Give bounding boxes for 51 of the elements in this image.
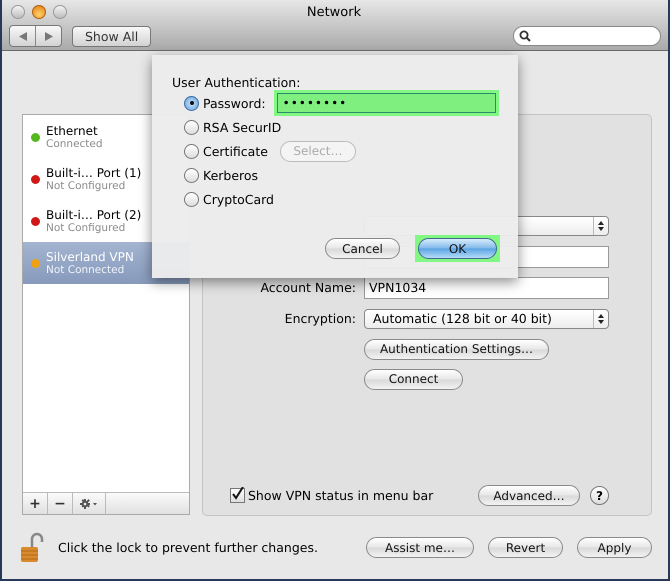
minimize-button[interactable]	[32, 5, 46, 19]
assist-button[interactable]: Assist me…	[366, 537, 474, 558]
search-icon	[519, 30, 531, 42]
lock-icon[interactable]	[20, 532, 44, 564]
service-status: Not Configured	[46, 222, 126, 234]
radio-button[interactable]	[184, 96, 199, 110]
lock-message: Click the lock to prevent further changes.	[58, 540, 318, 556]
radio-button[interactable]	[184, 120, 199, 134]
option-label: CryptoCard	[203, 192, 274, 206]
option-label: RSA SecurID	[203, 120, 282, 134]
add-button[interactable]: +	[23, 493, 48, 514]
updown-arrows-icon	[598, 220, 604, 231]
apply-button[interactable]: Apply	[577, 537, 652, 558]
option-label: Password:	[203, 96, 266, 110]
show-all-button[interactable]: Show All	[72, 26, 152, 46]
option-label: Kerberos	[203, 168, 258, 182]
help-button[interactable]: ?	[590, 486, 609, 506]
radio-button[interactable]	[184, 168, 199, 182]
service-status: Not Connected	[46, 264, 126, 276]
service-name: Built-i… Port (2)	[46, 208, 142, 222]
service-name: Ethernet	[46, 124, 99, 138]
zoom-button[interactable]	[53, 5, 67, 19]
remove-button[interactable]: −	[48, 493, 73, 514]
gear-icon	[80, 498, 98, 509]
updown-arrows-icon	[598, 314, 604, 324]
radio-button[interactable]	[184, 192, 199, 206]
advanced-button[interactable]: Advanced…	[478, 485, 580, 506]
checkbox[interactable]	[230, 488, 245, 504]
connect-button[interactable]: Connect	[364, 368, 463, 390]
search-field[interactable]	[513, 26, 661, 46]
cancel-button[interactable]: Cancel	[325, 238, 400, 259]
password-field[interactable]: ••••••••	[276, 93, 496, 113]
back-forward-control[interactable]	[9, 25, 62, 47]
back-icon[interactable]	[18, 32, 26, 40]
sheet-title: User Authentication:	[172, 75, 302, 90]
forward-icon[interactable]	[44, 32, 52, 40]
window-title: Network	[306, 4, 362, 20]
service-status: Connected	[46, 138, 103, 150]
close-button[interactable]	[11, 5, 25, 19]
checkbox-label: Show VPN status in menu bar	[248, 488, 434, 504]
service-status: Not Configured	[46, 180, 126, 192]
field-label: Account Name:	[259, 280, 356, 296]
service-name: Built-i… Port (1)	[46, 166, 142, 180]
revert-button[interactable]: Revert	[488, 537, 563, 558]
field-label: Encryption:	[284, 311, 356, 326]
encryption-popup[interactable]: Automatic (128 bit or 40 bit)	[364, 308, 609, 329]
service-name: Silverland VPN	[46, 250, 134, 264]
account-name-field[interactable]: VPN1034	[364, 276, 609, 299]
authentication-settings-button[interactable]: Authentication Settings…	[364, 338, 549, 360]
option-label: Certificate	[203, 144, 268, 158]
ok-button[interactable]: OK	[418, 238, 497, 259]
